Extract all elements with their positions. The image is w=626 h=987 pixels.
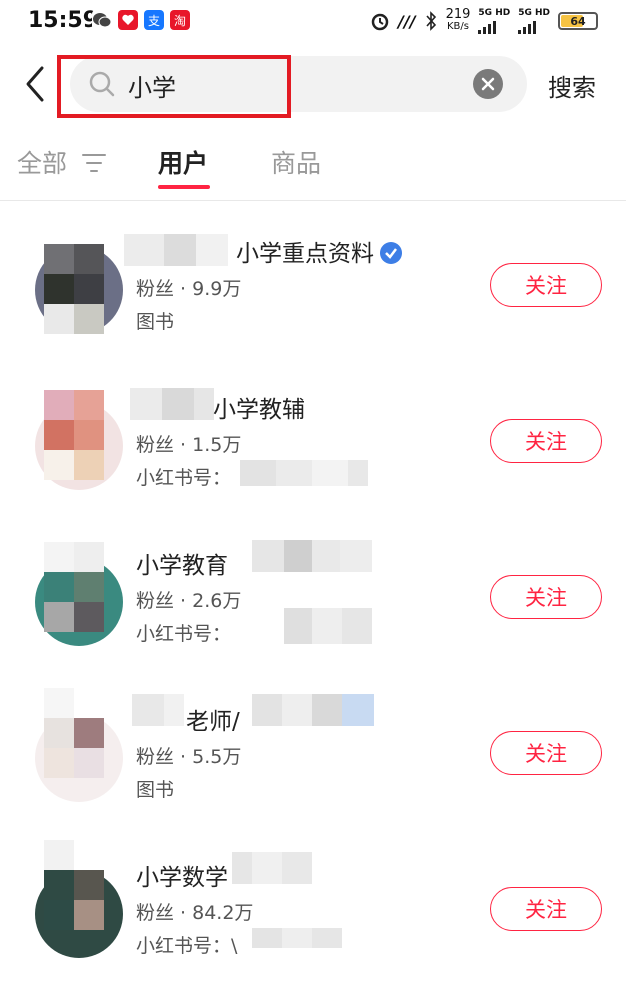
blurred-name bbox=[252, 540, 372, 572]
tab-bar: 全部 用户 商品 bbox=[0, 140, 626, 200]
clear-button[interactable] bbox=[473, 69, 503, 99]
follow-button[interactable]: 关注 bbox=[490, 419, 602, 463]
filter-icon[interactable] bbox=[82, 152, 106, 174]
user-name-text: 小学重点资料 bbox=[236, 241, 374, 267]
chevron-left-icon bbox=[26, 66, 44, 102]
close-icon bbox=[481, 77, 495, 91]
blurred-id bbox=[284, 608, 372, 644]
signal-icon-2 bbox=[518, 18, 537, 34]
follow-button[interactable]: 关注 bbox=[490, 575, 602, 619]
user-name: 老师/ bbox=[186, 709, 240, 735]
user-id-label: 小红书号： bbox=[136, 467, 232, 489]
list-item[interactable]: 老师/ 粉丝 · 5.5万 图书 关注 bbox=[0, 676, 626, 831]
blurred-name bbox=[232, 852, 312, 884]
blurred-name-tail bbox=[252, 694, 374, 726]
avatar-mosaic bbox=[44, 542, 104, 632]
signal-icon-1 bbox=[478, 18, 497, 34]
clock: 15:59 bbox=[28, 8, 99, 33]
network-type-1: 5G HD bbox=[478, 8, 511, 18]
list-item[interactable]: 小学教育 粉丝 · 2.6万 小红书号： 关注 bbox=[0, 520, 626, 675]
fans-count: 粉丝 · 1.5万 bbox=[136, 434, 242, 456]
list-item[interactable]: 小学重点资料 粉丝 · 9.9万 图书 关注 bbox=[0, 208, 626, 363]
user-name: 小学教育 bbox=[136, 553, 228, 579]
follow-button[interactable]: 关注 bbox=[490, 731, 602, 775]
battery-icon: 64 bbox=[558, 12, 598, 30]
fans-count: 粉丝 · 9.9万 bbox=[136, 278, 242, 300]
user-category: 图书 bbox=[136, 311, 175, 333]
fans-count: 粉丝 · 2.6万 bbox=[136, 590, 242, 612]
search-highlight-box bbox=[57, 55, 291, 118]
app-icon-red bbox=[118, 10, 138, 30]
fans-count: 粉丝 · 5.5万 bbox=[136, 746, 242, 768]
app-icon-taobao: 淘 bbox=[170, 10, 190, 30]
follow-button[interactable]: 关注 bbox=[490, 887, 602, 931]
notification-icons: 支 淘 bbox=[92, 10, 190, 30]
status-bar: 15:59 支 淘 /// 219 KB/s 5G HD 5G HD 64 bbox=[0, 0, 626, 44]
alipay-icon: 支 bbox=[144, 10, 164, 30]
user-name: 小学数学 bbox=[136, 865, 228, 891]
avatar-mosaic bbox=[44, 688, 104, 778]
user-category: 图书 bbox=[136, 779, 175, 801]
list-item[interactable]: 小学教辅 粉丝 · 1.5万 小红书号： 关注 bbox=[0, 364, 626, 519]
avatar-mosaic bbox=[44, 840, 104, 930]
alarm-icon bbox=[371, 13, 389, 31]
back-button[interactable] bbox=[22, 64, 52, 104]
net-speed-unit: KB/s bbox=[446, 21, 469, 32]
wechat-icon bbox=[92, 10, 112, 30]
bluetooth-icon bbox=[425, 11, 436, 31]
net-speed: 219 bbox=[445, 7, 471, 22]
search-button[interactable]: 搜索 bbox=[548, 68, 596, 103]
avatar-mosaic bbox=[44, 390, 104, 480]
user-id-label: 小红书号：\ bbox=[136, 935, 238, 957]
tab-products[interactable]: 商品 bbox=[271, 144, 321, 180]
user-id-label: 小红书号： bbox=[136, 623, 232, 645]
verified-icon bbox=[380, 242, 402, 264]
blurred-name bbox=[132, 694, 184, 726]
network-type-2: 5G HD bbox=[518, 8, 550, 18]
blurred-name bbox=[124, 234, 228, 266]
tab-users[interactable]: 用户 bbox=[158, 144, 208, 180]
avatar-mosaic bbox=[44, 244, 104, 334]
tab-all[interactable]: 全部 bbox=[17, 144, 67, 180]
blurred-id bbox=[252, 928, 342, 948]
battery-level: 64 bbox=[570, 14, 586, 28]
nfc-icon: /// bbox=[398, 11, 416, 31]
blurred-name bbox=[130, 388, 214, 420]
divider bbox=[0, 200, 626, 201]
fans-count: 粉丝 · 84.2万 bbox=[136, 902, 254, 924]
list-item[interactable]: 小学数学 粉丝 · 84.2万 小红书号：\ 关注 bbox=[0, 832, 626, 987]
blurred-id bbox=[240, 460, 368, 486]
user-name: 小学重点资料 bbox=[236, 234, 402, 268]
system-indicators: /// 219 KB/s 5G HD 5G HD 64 bbox=[370, 8, 598, 34]
tab-indicator bbox=[158, 185, 210, 189]
user-name: 小学教辅 bbox=[213, 397, 305, 423]
follow-button[interactable]: 关注 bbox=[490, 263, 602, 307]
